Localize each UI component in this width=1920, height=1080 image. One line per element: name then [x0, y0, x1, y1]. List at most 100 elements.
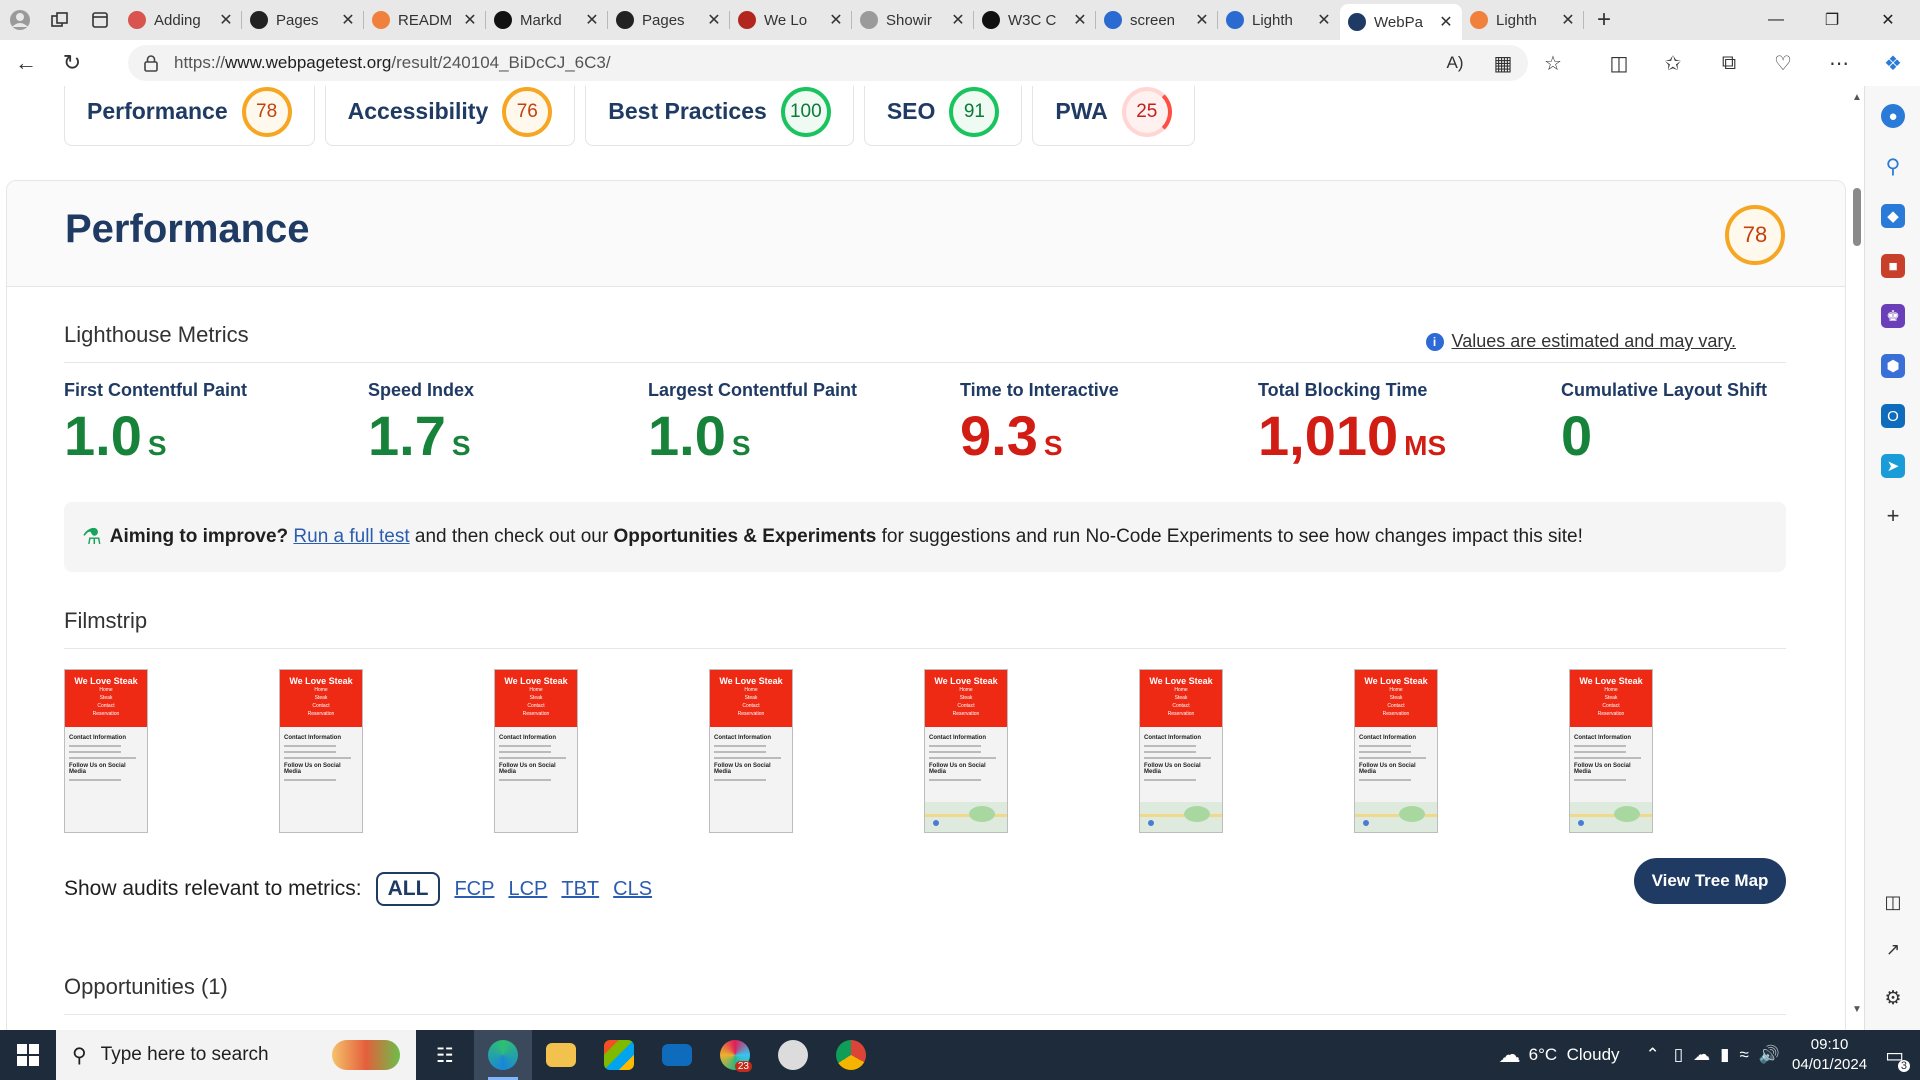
filter-all-button[interactable]: ALL: [375, 872, 441, 906]
close-tab-icon[interactable]: ✕: [828, 10, 844, 30]
browser-tab[interactable]: Pages ✕: [242, 4, 364, 36]
run-full-test-link[interactable]: Run a full test: [293, 526, 409, 547]
close-tab-icon[interactable]: ✕: [1438, 12, 1454, 32]
shopping-tag-icon[interactable]: ◆: [1881, 204, 1905, 228]
url-field[interactable]: https://www.webpagetest.org/result/24010…: [128, 45, 1528, 81]
filmstrip-frame[interactable]: We Love Steak Home Steak Contact Reservation…: [1569, 669, 1653, 833]
store-icon[interactable]: [590, 1030, 648, 1080]
start-button[interactable]: [0, 1030, 56, 1080]
sidebar-toggle-icon[interactable]: ◫: [1881, 890, 1905, 914]
minimize-button[interactable]: —: [1748, 0, 1804, 40]
task-view-icon[interactable]: ☷: [416, 1030, 474, 1080]
close-tab-icon[interactable]: ✕: [584, 10, 600, 30]
chrome-icon[interactable]: [822, 1030, 880, 1080]
notifications-icon[interactable]: ▭ 3: [1885, 1043, 1910, 1072]
browser-tab[interactable]: READM ✕: [364, 4, 486, 36]
tab-actions-icon[interactable]: [80, 0, 120, 40]
browser-tab[interactable]: Lighth ✕: [1218, 4, 1340, 36]
favorite-star-icon[interactable]: ☆: [1538, 48, 1568, 78]
mail-icon[interactable]: [648, 1030, 706, 1080]
browser-tab[interactable]: Markd ✕: [486, 4, 608, 36]
weather-text[interactable]: 6°C Cloudy: [1529, 1045, 1620, 1065]
add-icon[interactable]: +: [1881, 503, 1905, 528]
estimate-link[interactable]: Values are estimated and may vary.: [1452, 331, 1736, 352]
browser-tab[interactable]: Pages ✕: [608, 4, 730, 36]
taskbar-search[interactable]: ⚲ Type here to search: [56, 1030, 416, 1080]
browser-tab[interactable]: Lighth ✕: [1462, 4, 1584, 36]
filter-lcp-link[interactable]: LCP: [508, 878, 547, 901]
outlook-icon[interactable]: O: [1881, 404, 1905, 428]
tools-icon[interactable]: ■: [1881, 254, 1905, 278]
close-tab-icon[interactable]: ✕: [1316, 10, 1332, 30]
slack-icon[interactable]: 23: [706, 1030, 764, 1080]
close-tab-icon[interactable]: ✕: [462, 10, 478, 30]
clock[interactable]: 09:10 04/01/2024: [1792, 1035, 1867, 1075]
close-window-button[interactable]: ✕: [1860, 0, 1916, 40]
onedrive-icon[interactable]: ☁: [1693, 1045, 1710, 1065]
filmstrip-frame[interactable]: We Love Steak Home Steak Contact Reservation…: [279, 669, 363, 833]
browser-tab[interactable]: We Lo ✕: [730, 4, 852, 36]
restore-button[interactable]: ❐: [1804, 0, 1860, 40]
close-tab-icon[interactable]: ✕: [706, 10, 722, 30]
filter-tbt-link[interactable]: TBT: [561, 878, 599, 901]
settings-more-icon[interactable]: ⋯: [1824, 48, 1854, 78]
chevron-up-icon[interactable]: ⌃: [1646, 1045, 1660, 1065]
microsoft-365-icon[interactable]: ⬢: [1881, 354, 1905, 378]
category-accessibility[interactable]: Accessibility 76: [324, 86, 576, 146]
browser-tab[interactable]: Showir ✕: [852, 4, 974, 36]
immersive-reader-icon[interactable]: ▦: [1488, 48, 1518, 78]
filmstrip-frame[interactable]: We Love Steak Home Steak Contact Reservation…: [924, 669, 1008, 833]
workspaces-icon[interactable]: [40, 0, 80, 40]
new-tab-button[interactable]: +: [1584, 0, 1624, 40]
filmstrip-frame[interactable]: We Love Steak Home Steak Contact Reservation…: [494, 669, 578, 833]
close-tab-icon[interactable]: ✕: [1560, 10, 1576, 30]
browser-tab[interactable]: screen ✕: [1096, 4, 1218, 36]
gear-icon[interactable]: ⚙: [1881, 986, 1905, 1010]
browser-tab[interactable]: W3C C ✕: [974, 4, 1096, 36]
weather-icon[interactable]: ☁: [1499, 1042, 1521, 1068]
split-screen-icon[interactable]: ◫: [1604, 48, 1634, 78]
lock-icon[interactable]: [142, 54, 160, 72]
volume-icon[interactable]: 🔊: [1759, 1045, 1780, 1065]
estimate-note[interactable]: i Values are estimated and may vary.: [1425, 331, 1736, 352]
close-tab-icon[interactable]: ✕: [218, 10, 234, 30]
profile-icon[interactable]: [0, 0, 40, 40]
battery-icon[interactable]: ▮: [1720, 1045, 1729, 1065]
close-tab-icon[interactable]: ✕: [1072, 10, 1088, 30]
favorites-icon[interactable]: ✩: [1658, 48, 1688, 78]
filmstrip-frame[interactable]: We Love Steak Home Steak Contact Reservation…: [64, 669, 148, 833]
filter-cls-link[interactable]: CLS: [613, 878, 652, 901]
edge-app-icon[interactable]: [474, 1030, 532, 1080]
category-pwa[interactable]: PWA 25: [1032, 86, 1195, 146]
paint-icon[interactable]: [764, 1030, 822, 1080]
view-tree-map-button[interactable]: View Tree Map: [1634, 858, 1786, 904]
browser-tab[interactable]: WebPa ✕: [1340, 4, 1462, 40]
external-link-icon[interactable]: ↗: [1881, 938, 1905, 962]
bell-icon[interactable]: ●: [1881, 104, 1905, 128]
back-icon[interactable]: ←: [6, 43, 46, 83]
category-seo[interactable]: SEO 91: [863, 86, 1023, 146]
category-performance[interactable]: Performance 78: [64, 86, 315, 146]
scrollbar-thumb[interactable]: [1853, 188, 1861, 246]
wifi-icon[interactable]: ≈: [1740, 1045, 1749, 1065]
browser-essentials-icon[interactable]: ♡: [1768, 48, 1798, 78]
file-explorer-icon[interactable]: [532, 1030, 590, 1080]
close-tab-icon[interactable]: ✕: [950, 10, 966, 30]
browser-tab[interactable]: Adding ✕: [120, 4, 242, 36]
refresh-icon[interactable]: ↻: [52, 43, 92, 83]
scroll-down-icon[interactable]: ▼: [1852, 1004, 1862, 1015]
search-icon[interactable]: ⚲: [1881, 154, 1905, 178]
games-icon[interactable]: ♚: [1881, 304, 1905, 328]
filmstrip-frame[interactable]: We Love Steak Home Steak Contact Reservation…: [1139, 669, 1223, 833]
category-best-practices[interactable]: Best Practices 100: [585, 86, 854, 146]
copilot-icon[interactable]: ❖: [1878, 48, 1908, 78]
close-tab-icon[interactable]: ✕: [1194, 10, 1210, 30]
page-scrollbar[interactable]: ▲ ▼: [1850, 86, 1864, 1030]
read-aloud-icon[interactable]: A): [1440, 48, 1470, 78]
scroll-up-icon[interactable]: ▲: [1852, 92, 1862, 103]
close-tab-icon[interactable]: ✕: [340, 10, 356, 30]
drop-icon[interactable]: ➤: [1881, 454, 1905, 478]
device-icon[interactable]: ▯: [1674, 1045, 1683, 1065]
collections-icon[interactable]: ⧉: [1714, 48, 1744, 78]
filter-fcp-link[interactable]: FCP: [454, 878, 494, 901]
